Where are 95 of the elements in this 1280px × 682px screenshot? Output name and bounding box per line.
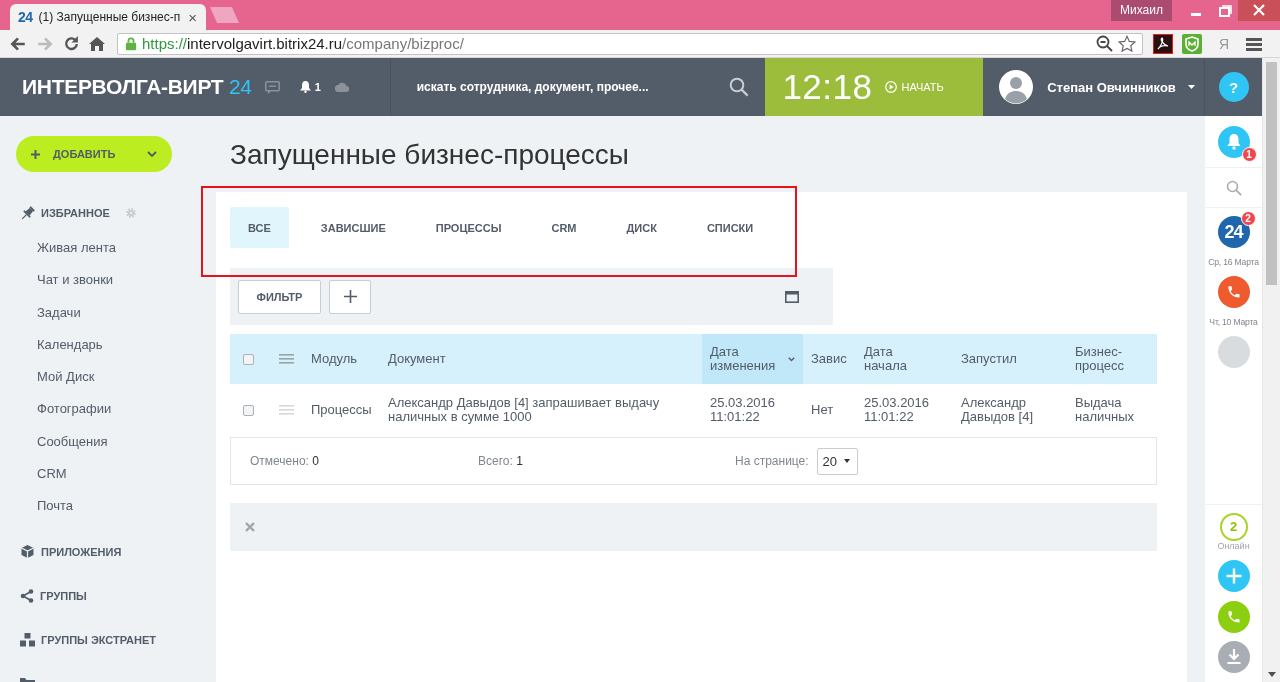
menu-item[interactable]: Задачи	[37, 296, 81, 329]
chat-icon[interactable]	[264, 80, 280, 94]
zoom-out-icon[interactable]	[1096, 35, 1113, 52]
tab[interactable]: CRM	[533, 207, 595, 248]
profile-name[interactable]: Михаил	[1111, 0, 1172, 21]
shield-icon[interactable]	[1182, 33, 1202, 54]
cube-icon	[20, 544, 35, 560]
menu-section[interactable]: ГРУППЫ ЭКСТРАНЕТ	[41, 633, 156, 646]
tab[interactable]: ВСЕ	[230, 207, 289, 248]
menu-item[interactable]: Сообщения	[37, 425, 108, 459]
new-tab-icon[interactable]	[210, 7, 239, 23]
column-header[interactable]: Модуль	[303, 334, 380, 384]
phone-icon[interactable]	[1217, 601, 1250, 633]
checkbox[interactable]	[243, 404, 254, 416]
lock-icon	[125, 36, 137, 51]
favicon: 24	[18, 9, 33, 25]
blocks-icon	[20, 632, 35, 648]
chevron-down-icon	[147, 151, 157, 157]
per-page-select[interactable]: 20	[816, 447, 858, 475]
add-filter-button[interactable]	[329, 279, 371, 314]
plus-icon	[31, 149, 40, 159]
table-cell-text: Александр Давыдов [4]	[960, 394, 1035, 426]
pin-icon	[20, 205, 35, 221]
checked-summary: Отмечено: 0	[250, 454, 319, 468]
tab-close-button[interactable]: ×	[188, 9, 197, 25]
menu-item[interactable]: Календарь	[37, 328, 103, 362]
user-name[interactable]: Степан Овчинников	[1047, 79, 1176, 95]
notification-count: 1	[314, 81, 321, 93]
table-cell-text: 25.03.2016 11:01:22	[709, 394, 777, 426]
menu-section[interactable]: ИЗБРАННОЕ	[41, 207, 110, 219]
menu-item[interactable]: Фотографии	[37, 393, 112, 426]
portal-logo[interactable]: ИНТЕРВОЛГА-ВИРТ 24	[22, 75, 252, 99]
date-label: Чт, 10 Марта	[1209, 316, 1258, 328]
column-header[interactable]: Запустил	[953, 334, 1067, 384]
menu-item[interactable]: CRM	[37, 458, 67, 491]
menu-item[interactable]: Мой Диск	[37, 361, 95, 394]
tab[interactable]: ПРОЦЕССЫ	[417, 207, 520, 248]
browser-tab[interactable]: 24 (1) Запущенные бизнес-п ×	[10, 4, 206, 30]
download-icon[interactable]	[1217, 641, 1250, 673]
column-header[interactable]: Документ	[380, 334, 702, 384]
table-cell-text: 25.03.2016 11:01:22	[863, 394, 931, 426]
menu-icon[interactable]	[1246, 36, 1262, 51]
menu-item[interactable]: Живая лента	[37, 232, 116, 265]
caret-icon[interactable]	[788, 356, 795, 362]
caret-icon[interactable]	[1187, 85, 1195, 89]
close-icon[interactable]	[1238, 0, 1280, 21]
address-field[interactable]: https://intervolgavirt.bitrix24.ru/company/bizproc/	[117, 32, 1143, 55]
play-icon	[885, 81, 898, 93]
dropdown-arrow-icon	[843, 459, 850, 463]
pdf-icon[interactable]	[1153, 33, 1173, 54]
search-field[interactable]: искать сотрудника, документ, прочее...	[416, 77, 717, 97]
share-icon	[20, 588, 34, 603]
tab[interactable]: ДИСК	[608, 207, 675, 248]
bell-icon[interactable]	[1217, 125, 1250, 158]
date-label: Ср, 16 Марта	[1208, 256, 1259, 268]
menu-item[interactable]: Почта	[37, 490, 74, 523]
clock-time: 12:18	[782, 67, 873, 107]
table-cell-text: Нет	[810, 401, 835, 419]
window-icon[interactable]	[785, 290, 799, 303]
total-summary: Всего: 1	[478, 454, 523, 468]
url-text: https://intervolgavirt.bitrix24.ru/company/bizproc/	[142, 35, 465, 52]
close-icon[interactable]	[245, 522, 255, 532]
filter-button[interactable]: ФИЛЬТР	[238, 279, 321, 314]
search-icon[interactable]	[1225, 179, 1242, 196]
phone-icon[interactable]	[1217, 276, 1250, 308]
menu-section[interactable]: ПРИЛОЖЕНИЯ	[41, 545, 122, 558]
menu-item[interactable]: Чат и звонки	[37, 264, 114, 297]
tab[interactable]: ЗАВИСШИЕ	[302, 207, 404, 248]
menu-section[interactable]: ГРУППЫ	[40, 589, 87, 602]
column-header[interactable]: Бизнес-процесс	[1067, 334, 1157, 384]
add-icon[interactable]	[1217, 560, 1250, 592]
cloud-icon[interactable]	[334, 82, 349, 92]
per-page-label: На странице:	[735, 454, 809, 468]
scrollbar[interactable]	[1262, 58, 1280, 682]
checkbox[interactable]	[243, 353, 254, 365]
scrollbar-thumb[interactable]	[1266, 62, 1277, 285]
table-cell-text: Выдача наличных	[1074, 394, 1136, 426]
tab[interactable]: СПИСКИ	[688, 207, 772, 248]
add-button[interactable]: ДОБАВИТЬ	[16, 136, 172, 172]
arrow-down-icon[interactable]	[1267, 672, 1276, 677]
table-cell-text: Процессы	[310, 401, 373, 419]
page-title: Запущенные бизнес-процессы	[230, 138, 629, 172]
home-icon[interactable]	[89, 35, 105, 52]
avatar-icon[interactable]	[999, 70, 1034, 104]
table-cell-text: Александр Давыдов [4] запрашивает выдачу наличных в сумме 1000	[387, 394, 661, 426]
column-header[interactable]: Дата начала	[856, 334, 953, 384]
plus-icon	[343, 290, 357, 303]
tab-title: (1) Запущенные бизнес-п	[38, 10, 182, 24]
reload-icon[interactable]	[63, 35, 80, 52]
search-icon[interactable]	[728, 77, 749, 97]
online-label: Онлайн	[1217, 541, 1250, 551]
star-icon[interactable]	[1118, 34, 1136, 53]
column-header[interactable]: Завис	[803, 334, 856, 384]
column-header[interactable]: Дата изменения	[702, 334, 803, 384]
bell-icon[interactable]	[299, 81, 311, 93]
